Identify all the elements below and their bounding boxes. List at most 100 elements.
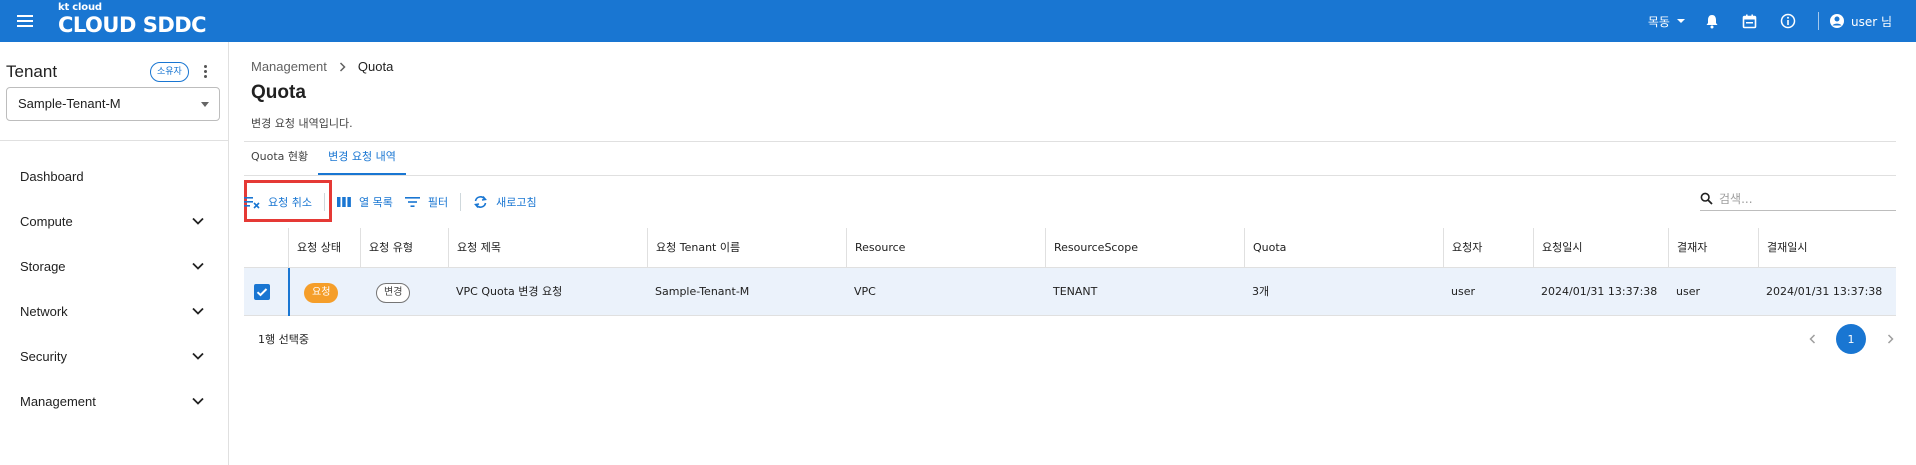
brand-main-text: CLOUD SDDC (58, 13, 207, 37)
row-accent-bar (288, 268, 290, 316)
toolbar-divider (460, 193, 462, 211)
sidebar-item-label: Storage (20, 259, 66, 274)
cell-requester: user (1451, 285, 1475, 298)
tenant-title: Tenant (6, 62, 58, 81)
refresh-label: 새로고침 (496, 196, 537, 209)
page-title: Quota (251, 82, 306, 103)
sidebar-item-storage[interactable]: Storage (0, 244, 228, 289)
cell-status: 요청 (296, 268, 339, 316)
row-checkbox[interactable] (254, 284, 270, 300)
header-label: 요청 제목 (457, 241, 501, 254)
info-icon[interactable] (1780, 13, 1796, 29)
status-badge: 요청 (304, 283, 339, 303)
header-label: 요청 유형 (369, 241, 413, 254)
tabs-divider (244, 175, 1896, 176)
header-approver[interactable]: 결재자 (1668, 228, 1758, 268)
check-icon (256, 288, 268, 297)
filter-button[interactable]: 필터 (404, 194, 449, 210)
header-label: 결재자 (1677, 241, 1708, 254)
caret-down-icon (1676, 19, 1685, 23)
header-divider (244, 141, 1896, 142)
header-label: 결재일시 (1767, 241, 1808, 254)
sidebar-item-label: Compute (20, 214, 73, 229)
chevron-down-icon (192, 397, 204, 405)
header-approved-at[interactable]: 결재일시 (1758, 228, 1896, 268)
user-name: user 님 (1850, 14, 1892, 29)
cancel-request-button[interactable]: 요청 취소 (244, 194, 312, 210)
breadcrumb: Management Quota (251, 59, 393, 74)
cancel-request-label: 요청 취소 (268, 196, 312, 209)
chevron-down-icon (192, 217, 204, 225)
region-selector[interactable]: 목동 (1648, 13, 1686, 30)
sidebar-divider (0, 140, 228, 141)
header-label: 요청일시 (1542, 241, 1583, 254)
brand-logo[interactable]: kt cloud CLOUD SDDC (58, 2, 207, 38)
header-label: 요청자 (1452, 241, 1483, 254)
selection-count: 1행 선택중 (258, 333, 309, 346)
view-column-icon (336, 197, 351, 207)
header-requester[interactable]: 요청자 (1443, 228, 1533, 268)
caret-down-icon (201, 102, 209, 107)
page-button[interactable]: 1 (1836, 324, 1866, 354)
search-box (1700, 187, 1896, 211)
filter-label: 필터 (427, 196, 449, 209)
owner-badge: 소유자 (150, 62, 189, 82)
cell-resource: VPC (854, 285, 876, 298)
top-app-bar: kt cloud CLOUD SDDC 목동 user 님 (0, 0, 1916, 42)
table-row[interactable]: 요청 변경 VPC Quota 변경 요청 Sample-Tenant-M VP… (244, 268, 1896, 316)
header-resource[interactable]: Resource (846, 228, 1045, 268)
chevron-right-icon (339, 61, 346, 72)
tab-quota-status[interactable]: Quota 현황 (241, 142, 318, 175)
filter-list-icon (404, 197, 420, 207)
cell-tenant: Sample-Tenant-M (655, 285, 750, 298)
header-quota[interactable]: Quota (1244, 228, 1443, 268)
header-select-cell (244, 228, 288, 268)
breadcrumb-parent[interactable]: Management (251, 59, 327, 74)
chevron-right-icon[interactable] (1880, 329, 1900, 349)
header-label: Resource (855, 241, 906, 254)
sidebar-nav: Dashboard Compute Storage Network Securi… (0, 154, 228, 424)
sidebar-item-security[interactable]: Security (0, 334, 228, 379)
header-type[interactable]: 요청 유형 (360, 228, 448, 268)
tenant-select[interactable]: Sample-Tenant-M (6, 87, 220, 121)
region-label: 목동 (1647, 14, 1670, 29)
sidebar-item-label: Security (20, 349, 67, 364)
pagination: 1 (1802, 324, 1900, 354)
breadcrumb-current: Quota (357, 59, 394, 74)
header-label: 요청 Tenant 이름 (656, 241, 741, 254)
chevron-left-icon[interactable] (1802, 329, 1822, 349)
sidebar-item-network[interactable]: Network (0, 289, 228, 334)
header-scope[interactable]: ResourceScope (1045, 228, 1244, 268)
bell-icon[interactable] (1704, 13, 1720, 29)
main-content: Management Quota Quota 변경 요청 내역입니다. Quot… (230, 42, 1916, 465)
search-input[interactable] (1719, 191, 1889, 206)
header-tenant[interactable]: 요청 Tenant 이름 (647, 228, 846, 268)
columns-label: 열 목록 (358, 196, 393, 209)
user-menu[interactable]: user 님 (1829, 13, 1892, 30)
chevron-down-icon (192, 352, 204, 360)
sidebar-item-management[interactable]: Management (0, 379, 228, 424)
tab-change-requests[interactable]: 변경 요청 내역 (318, 142, 406, 175)
more-vert-icon[interactable] (201, 64, 209, 80)
header-label: ResourceScope (1054, 241, 1138, 254)
cell-type: 변경 (368, 268, 411, 316)
type-badge: 변경 (376, 283, 411, 303)
sidebar-item-label: Management (20, 394, 96, 409)
columns-button[interactable]: 열 목록 (336, 194, 393, 210)
cell-quota: 3개 (1252, 285, 1270, 298)
sidebar-item-dashboard[interactable]: Dashboard (0, 154, 228, 199)
sidebar-item-compute[interactable]: Compute (0, 199, 228, 244)
tabs: Quota 현황 변경 요청 내역 (241, 142, 406, 175)
calendar-icon[interactable] (1742, 13, 1758, 29)
menu-icon[interactable] (17, 12, 35, 30)
header-requested-at[interactable]: 요청일시 (1533, 228, 1668, 268)
header-title[interactable]: 요청 제목 (448, 228, 647, 268)
cell-approved-at: 2024/01/31 13:37:38 (1766, 285, 1883, 298)
refresh-button[interactable]: 새로고침 (473, 194, 537, 210)
cell-requested-at: 2024/01/31 13:37:38 (1541, 285, 1658, 298)
header-status[interactable]: 요청 상태 (288, 228, 360, 268)
chevron-down-icon (192, 307, 204, 315)
brand-small-text: kt cloud (58, 2, 102, 13)
toolbar: 요청 취소 열 목록 필터 새로고침 (244, 187, 549, 217)
cell-approver: user (1676, 285, 1700, 298)
